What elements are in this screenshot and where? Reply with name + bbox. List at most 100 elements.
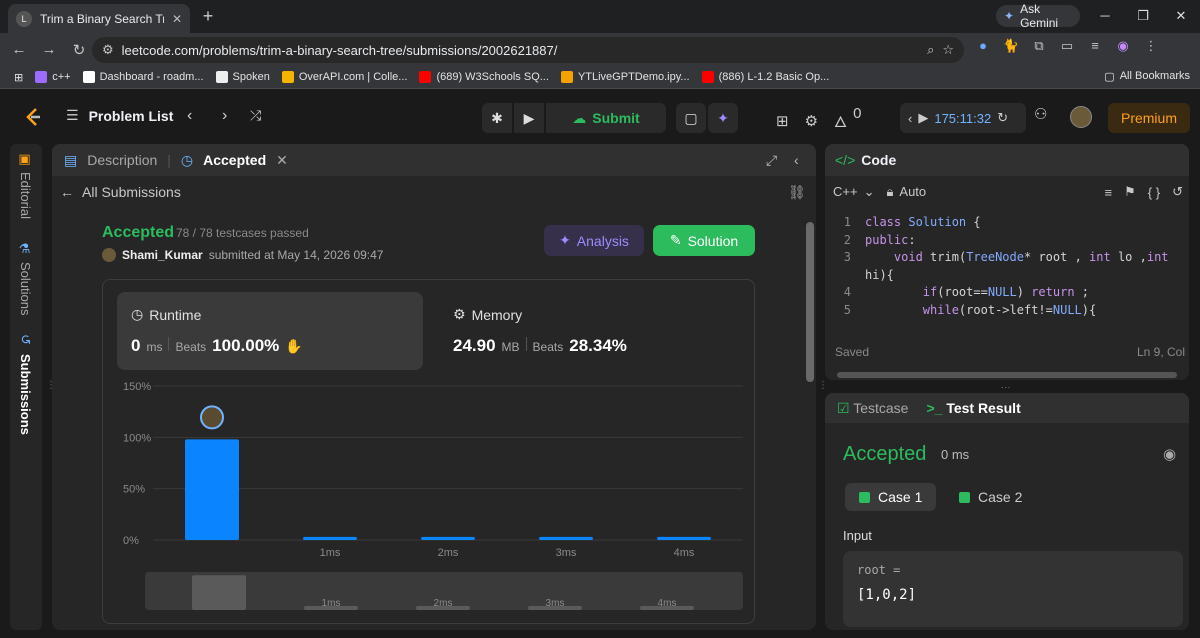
back-icon[interactable]: ← <box>4 41 34 58</box>
bookmarks-bar: ⊞ c++ Dashboard - roadm... Spoken OverAP… <box>0 66 1200 89</box>
panel-scrollbar[interactable] <box>806 222 814 628</box>
layout-grid-icon[interactable]: ⊞ <box>776 112 789 130</box>
all-submissions-link[interactable]: ← All Submissions <box>60 184 181 200</box>
username[interactable]: Shami_Kumar <box>122 248 203 262</box>
submit-button[interactable]: ☁ Submit <box>546 103 666 133</box>
media-icon[interactable]: ≡ <box>1086 37 1104 55</box>
memory-card[interactable]: ⚙ Memory 24.90 MB Beats 28.34% <box>439 292 745 370</box>
reset-icon[interactable]: ↻ <box>997 110 1008 126</box>
apps-grid-icon[interactable]: ⊞ <box>8 71 29 84</box>
eye-icon[interactable]: ◉ <box>1163 445 1176 463</box>
leetcode-logo-icon[interactable] <box>22 106 44 128</box>
bookmark-item[interactable]: Dashboard - roadm... <box>77 71 210 83</box>
profile-avatar-icon[interactable]: ◉ <box>1114 37 1132 55</box>
site-info-icon[interactable]: ⚙ <box>102 42 114 58</box>
extension-cat-icon[interactable]: 🐈 <box>1002 37 1020 55</box>
tab-accepted[interactable]: Accepted <box>203 152 266 168</box>
bookmark-item[interactable]: (886) L-1.2 Basic Op... <box>696 71 836 83</box>
description-icon: ▤ <box>64 151 78 168</box>
code-hscrollbar[interactable] <box>837 372 1177 378</box>
maximize-icon[interactable]: ⤢ <box>766 152 777 169</box>
browser-tab[interactable]: L Trim a Binary Search Tree - Leet ✕ <box>8 4 190 33</box>
code-line[interactable]: 3 void trim(TreeNode* root , int lo ,int <box>825 249 1189 267</box>
add-friend-icon[interactable]: ⚇ <box>1034 105 1047 123</box>
extension-blue-icon[interactable]: ● <box>974 37 992 55</box>
all-bookmarks[interactable]: ▢ All Bookmarks <box>1104 70 1190 83</box>
braces-icon[interactable]: { } <box>1148 185 1160 200</box>
vertical-resize-handle[interactable]: ⋮ <box>1000 383 1011 393</box>
next-problem-icon[interactable]: › <box>222 107 227 125</box>
tab-test-result[interactable]: >_ Test Result <box>926 400 1020 416</box>
minimize-icon[interactable]: ─ <box>1086 0 1124 33</box>
extensions-puzzle-icon[interactable]: ⧉ <box>1030 37 1048 55</box>
zoom-icon[interactable]: ⌕ <box>927 42 934 58</box>
analysis-button[interactable]: ✦ Analysis <box>544 225 644 256</box>
timer[interactable]: ‹ ▶ 175:11:32 ↻ <box>900 103 1026 133</box>
format-icon[interactable]: ≡ <box>1105 185 1113 200</box>
tab-submissions[interactable]: Submissions <box>18 354 33 435</box>
code-line[interactable]: hi){ <box>825 267 1189 285</box>
case-2-button[interactable]: Case 2 <box>945 483 1036 511</box>
editorial-icon[interactable]: ▣ <box>18 152 33 167</box>
solution-button[interactable]: ✎ Solution <box>653 225 755 256</box>
bookmark-icon[interactable]: ⚑ <box>1124 184 1136 200</box>
lock-icon: 🔒︎ <box>886 184 894 199</box>
avatar <box>102 248 116 262</box>
ai-sparkle-icon[interactable]: ✦ <box>708 103 738 133</box>
premium-button[interactable]: Premium <box>1108 103 1190 133</box>
check-icon <box>959 491 970 503</box>
address-bar[interactable]: ⚙ leetcode.com/problems/trim-a-binary-se… <box>92 37 964 63</box>
menu-dots-icon[interactable]: ⋮ <box>1142 37 1160 55</box>
runtime-card[interactable]: ◷ Runtime 0 ms Beats 100.00% ✋ <box>117 292 423 370</box>
notes-icon[interactable]: ▢ <box>676 103 706 133</box>
share-link-icon[interactable]: ⛓ <box>788 184 806 201</box>
reload-icon[interactable]: ↻ <box>64 41 94 59</box>
bookmark-star-icon[interactable]: ☆ <box>942 42 954 58</box>
runtime-unit: ms <box>146 340 163 354</box>
left-resize-handle[interactable]: ⋮ <box>46 380 56 391</box>
language-select[interactable]: C++ ⌄ <box>833 184 874 200</box>
bookmark-item[interactable]: c++ <box>29 71 76 83</box>
play-icon[interactable]: ▶ <box>918 110 928 126</box>
stats-box: ◷ Runtime 0 ms Beats 100.00% ✋ ⚙ Memory 24… <box>102 279 755 624</box>
forward-icon[interactable]: → <box>34 41 64 58</box>
tab-testcase[interactable]: ☑ Testcase <box>837 400 908 417</box>
settings-gear-icon[interactable]: ⚙ <box>805 112 818 130</box>
bookmark-item[interactable]: OverAPI.com | Colle... <box>276 71 414 83</box>
bookmark-item[interactable]: Spoken <box>210 71 276 83</box>
new-tab-button[interactable]: + <box>198 6 218 26</box>
code-editor[interactable]: 1 class Solution {2 public: 3 void trim(Tre… <box>825 214 1189 319</box>
tab-editorial[interactable]: Editorial <box>18 172 33 219</box>
cast-icon[interactable]: ▭ <box>1058 37 1076 55</box>
code-line[interactable]: 4 if(root==NULL) return ; <box>825 284 1189 302</box>
code-line[interactable]: 5 while(root->left!=NULL){ <box>825 302 1189 320</box>
mode-select[interactable]: 🔒︎ Auto <box>886 184 926 200</box>
bookmark-item[interactable]: (689) W3Schools SQ... <box>413 71 555 83</box>
center-resize-handle[interactable]: ⋮ <box>818 380 828 391</box>
code-line[interactable]: 1 class Solution { <box>825 214 1189 232</box>
solutions-icon[interactable]: ⚗ <box>18 242 33 257</box>
restore-icon[interactable]: ❐ <box>1124 0 1162 33</box>
shuffle-icon[interactable]: ⤮ <box>250 107 261 124</box>
streak[interactable]: 🜂 0 <box>834 105 861 136</box>
case-1-button[interactable]: Case 1 <box>845 483 937 511</box>
close-tab-icon[interactable]: ✕ <box>276 152 288 169</box>
collapse-icon[interactable]: ‹ <box>794 152 799 168</box>
ask-gemini-button[interactable]: ✦ Ask Gemini <box>996 2 1080 30</box>
code-line[interactable]: 2 public: <box>825 232 1189 250</box>
terminal-icon: >_ <box>926 400 943 416</box>
debug-icon[interactable]: ✱ <box>482 103 512 133</box>
user-avatar[interactable] <box>1070 106 1092 128</box>
bookmark-item[interactable]: YTLiveGPTDemo.ipy... <box>555 71 696 83</box>
close-window-icon[interactable]: ✕ <box>1162 0 1200 33</box>
undo-icon[interactable]: ↺ <box>1172 184 1183 200</box>
folder-icon: ▢ <box>1104 71 1115 83</box>
tab-description[interactable]: Description <box>87 152 157 168</box>
run-icon[interactable]: ▶ <box>514 103 544 133</box>
submissions-icon[interactable]: ↺ <box>18 334 33 345</box>
tab-close-icon[interactable]: ✕ <box>172 12 182 26</box>
tab-solutions[interactable]: Solutions <box>18 262 33 315</box>
chevron-left-icon[interactable]: ‹ <box>908 111 912 126</box>
prev-problem-icon[interactable]: ‹ <box>187 107 192 125</box>
problem-list-link[interactable]: ☰ Problem List <box>66 107 173 124</box>
